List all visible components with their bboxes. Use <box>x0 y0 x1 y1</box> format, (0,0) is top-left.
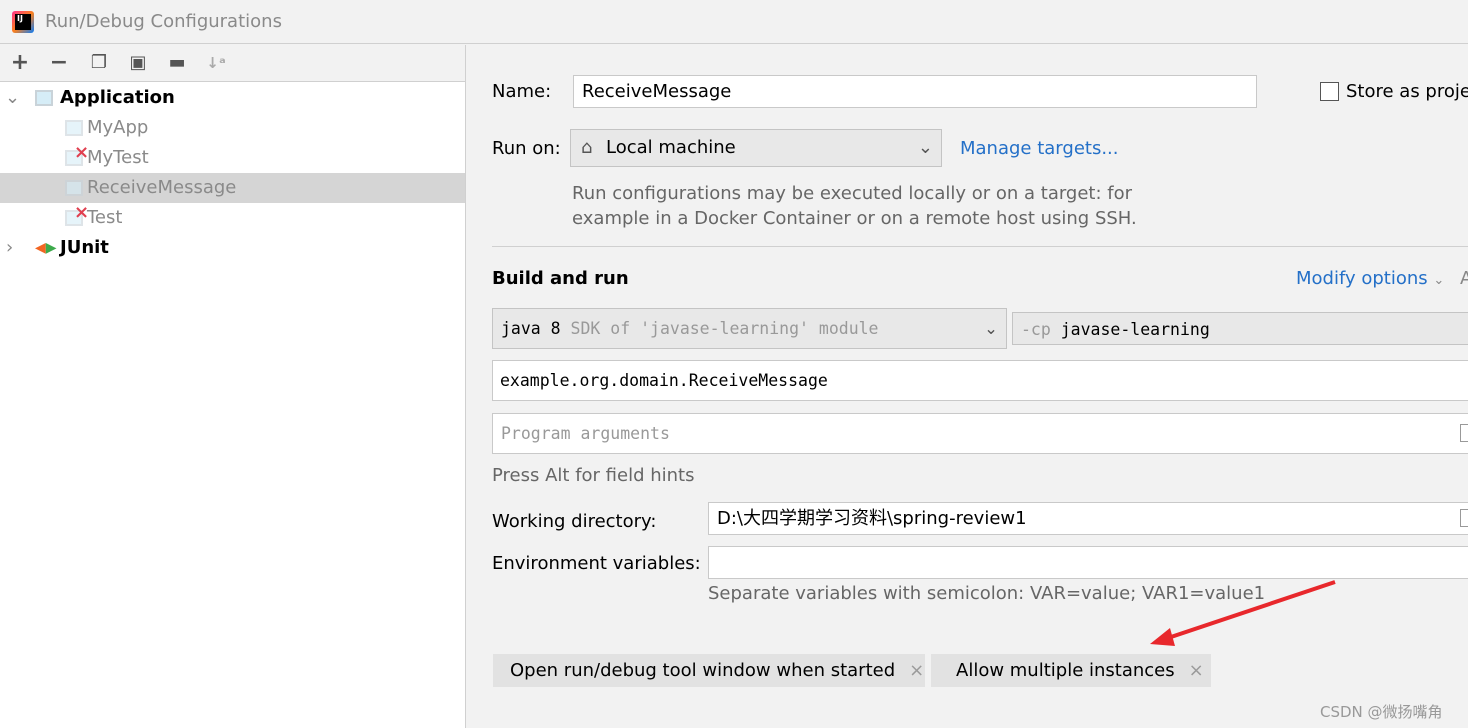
watermark: CSDN @微扬嘴角 <box>1320 703 1443 721</box>
red-arrow-annotation <box>1150 580 1336 646</box>
